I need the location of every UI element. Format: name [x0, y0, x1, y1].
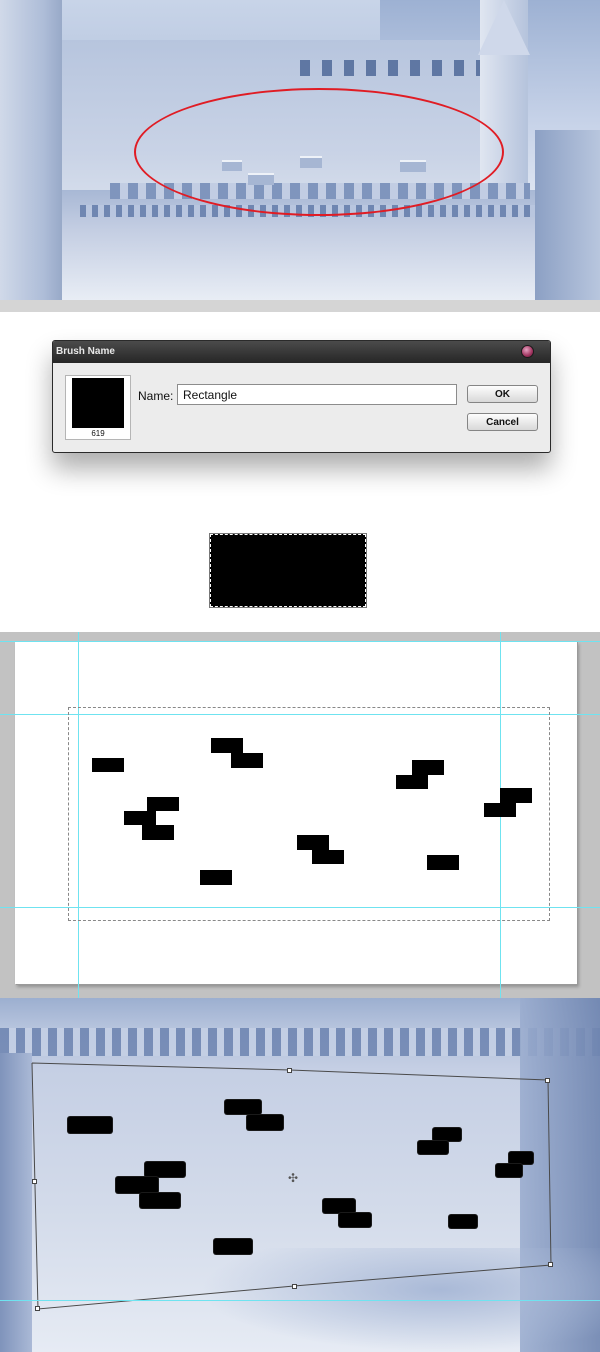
brush-stamp [500, 788, 532, 803]
brush-stamp [396, 775, 428, 789]
brush-stamp [124, 811, 156, 825]
brush-preview-shape [72, 378, 124, 428]
brush-stamp [211, 738, 243, 753]
rectangle-selection [210, 534, 366, 607]
dialog-title-bar: Brush Name [53, 341, 550, 363]
ok-button[interactable]: OK [467, 385, 538, 403]
brush-preview: 619 [65, 375, 131, 440]
turret-roof [478, 0, 530, 55]
guide-horizontal[interactable] [0, 641, 600, 642]
transform-handle[interactable] [32, 1179, 37, 1184]
brush-stamp [200, 870, 232, 885]
brush-stamp [147, 797, 179, 811]
transform-handle[interactable] [548, 1262, 553, 1267]
castle-tower-left [0, 0, 62, 300]
brush-stamp [427, 855, 459, 870]
free-transform-box[interactable] [0, 998, 600, 1352]
castle-windows [300, 60, 490, 76]
brush-name-input[interactable] [177, 384, 457, 405]
castle-right-wall [535, 130, 600, 300]
highlight-ellipse [134, 88, 504, 216]
brush-stamp [142, 825, 174, 840]
brush-name-dialog: Brush Name 619 Name: OK Cancel [52, 340, 551, 453]
castle-photo-top [0, 0, 600, 300]
brush-stamp [312, 850, 344, 864]
separator [0, 300, 600, 312]
crosshair-icon[interactable]: ✣ [287, 1172, 299, 1184]
cancel-button[interactable]: Cancel [467, 413, 538, 431]
close-icon[interactable] [521, 345, 534, 358]
brush-stamp [231, 753, 263, 768]
transform-handle[interactable] [35, 1306, 40, 1311]
brush-stamp [92, 758, 124, 772]
guide-horizontal[interactable] [0, 1300, 600, 1301]
transform-handle[interactable] [292, 1284, 297, 1289]
brush-stamp [412, 760, 444, 775]
brush-stamp [297, 835, 329, 850]
brush-stamp [484, 803, 516, 817]
transform-handle[interactable] [545, 1078, 550, 1083]
dialog-title: Brush Name [56, 346, 115, 357]
transform-handle[interactable] [287, 1068, 292, 1073]
brush-size: 619 [91, 429, 105, 438]
name-label: Name: [138, 389, 174, 403]
